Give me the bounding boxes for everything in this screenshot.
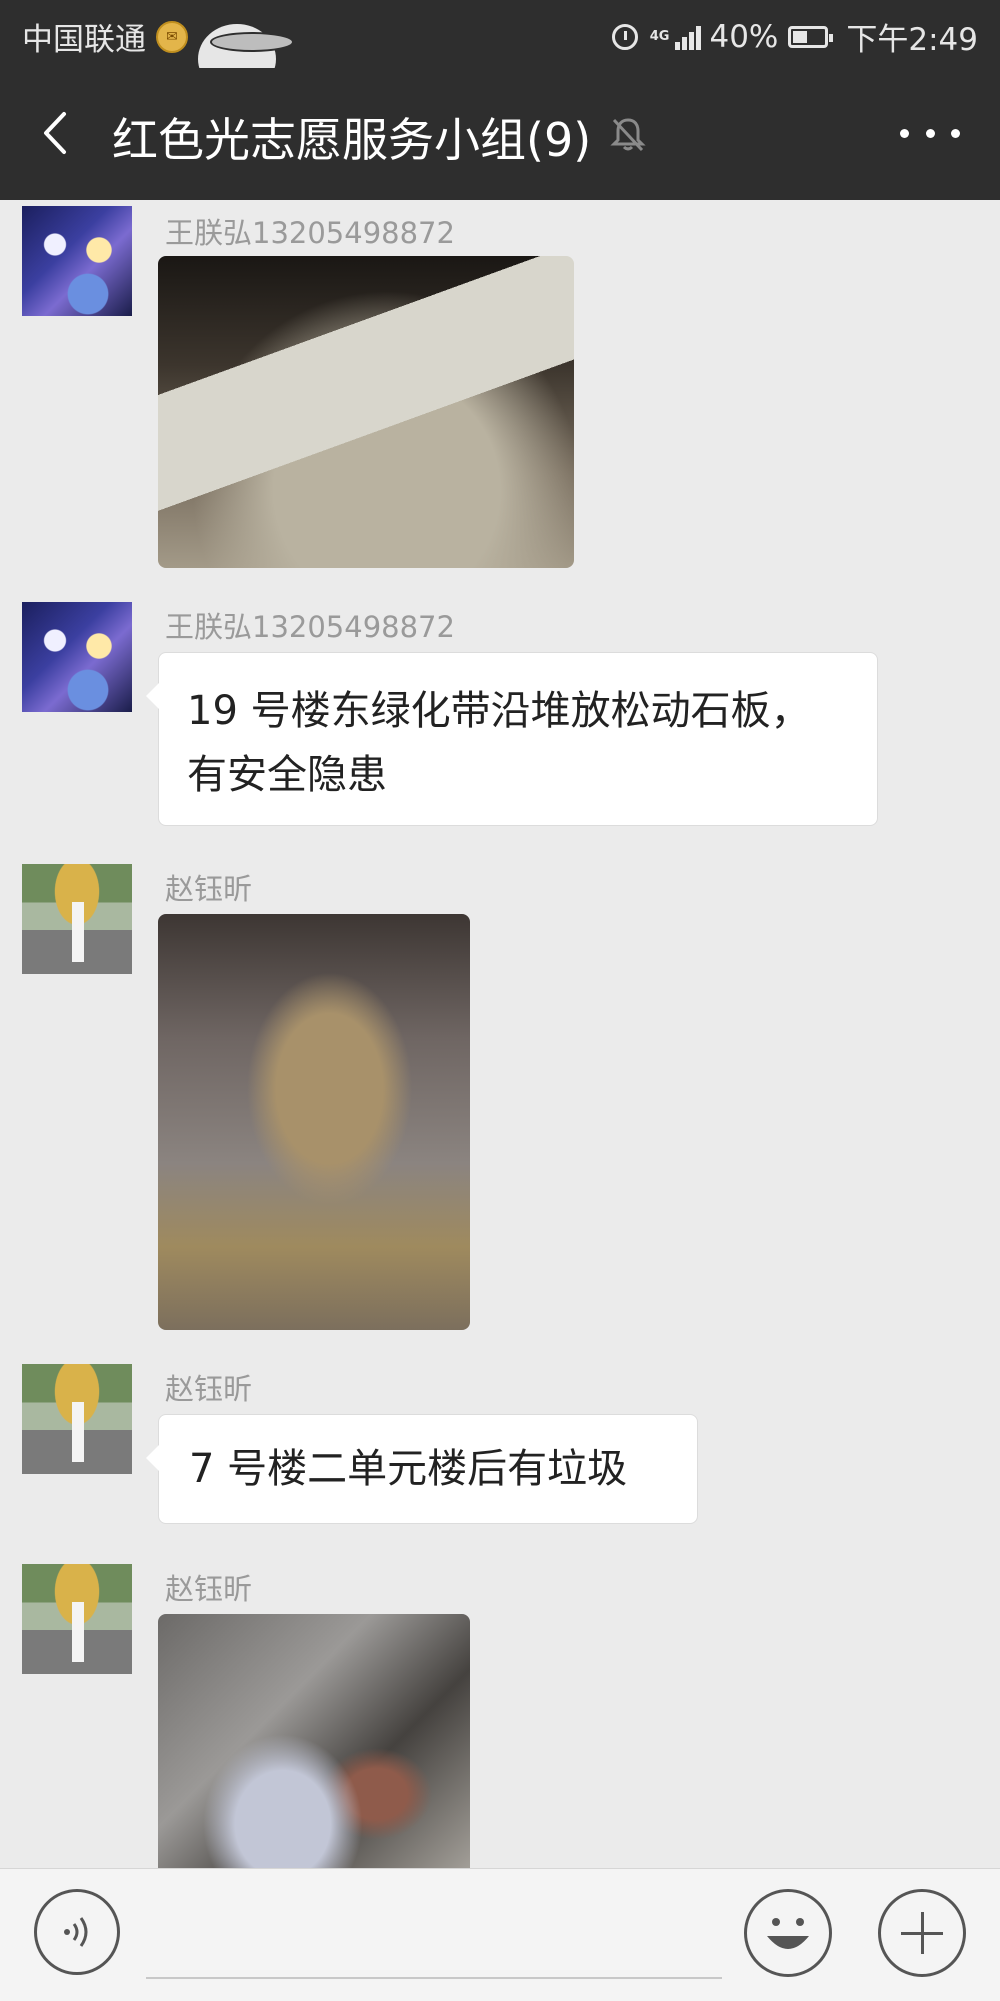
- message-image[interactable]: [158, 256, 574, 568]
- avatar[interactable]: [22, 1364, 132, 1474]
- avatar[interactable]: [22, 864, 132, 974]
- network-type-label: 4G: [649, 29, 670, 44]
- sender-name: 赵钰昕: [165, 1572, 253, 1606]
- avatar[interactable]: [22, 602, 132, 712]
- message-image[interactable]: [158, 914, 470, 1330]
- battery-icon: [788, 25, 834, 48]
- message-image[interactable]: [158, 1614, 470, 1868]
- plus-icon[interactable]: [878, 1889, 966, 1977]
- message-input[interactable]: [146, 1977, 722, 1979]
- input-bar: [0, 1868, 1000, 2001]
- status-bar: 中国联通 ✉ 4G 40% 下午2:49: [0, 0, 1000, 94]
- message-bubble[interactable]: 19 号楼东绿化带沿堆放松动石板，有安全隐患: [146, 652, 878, 826]
- coin-notification-icon: ✉: [156, 20, 188, 53]
- chat-header: 红色光志愿服务小组(9): [0, 68, 1000, 200]
- alarm-icon: [611, 23, 638, 50]
- back-icon[interactable]: [36, 108, 86, 158]
- signal-icon: [673, 24, 702, 50]
- wechat-notification-icon: [198, 23, 294, 94]
- sender-name: 王朕弘13205498872: [165, 610, 455, 644]
- voice-icon[interactable]: [34, 1889, 120, 1975]
- sender-name: 赵钰昕: [165, 872, 253, 906]
- bell-muted-icon: [608, 114, 648, 154]
- sender-name: 王朕弘13205498872: [165, 216, 455, 250]
- more-icon[interactable]: [900, 118, 960, 148]
- avatar[interactable]: [22, 1564, 132, 1674]
- chat-title[interactable]: 红色光志愿服务小组(9): [112, 104, 591, 170]
- carrier-label: 中国联通: [22, 22, 146, 58]
- chat-message-list[interactable]: 王朕弘13205498872 王朕弘13205498872 19 号楼东绿化带沿…: [0, 200, 1000, 1868]
- sender-name: 赵钰昕: [165, 1372, 253, 1406]
- emoji-icon[interactable]: [744, 1889, 832, 1977]
- battery-percent: 40%: [709, 18, 779, 55]
- avatar[interactable]: [22, 206, 132, 316]
- message-bubble[interactable]: 7 号楼二单元楼后有垃圾: [146, 1414, 698, 1524]
- clock: 下午2:49: [846, 22, 978, 58]
